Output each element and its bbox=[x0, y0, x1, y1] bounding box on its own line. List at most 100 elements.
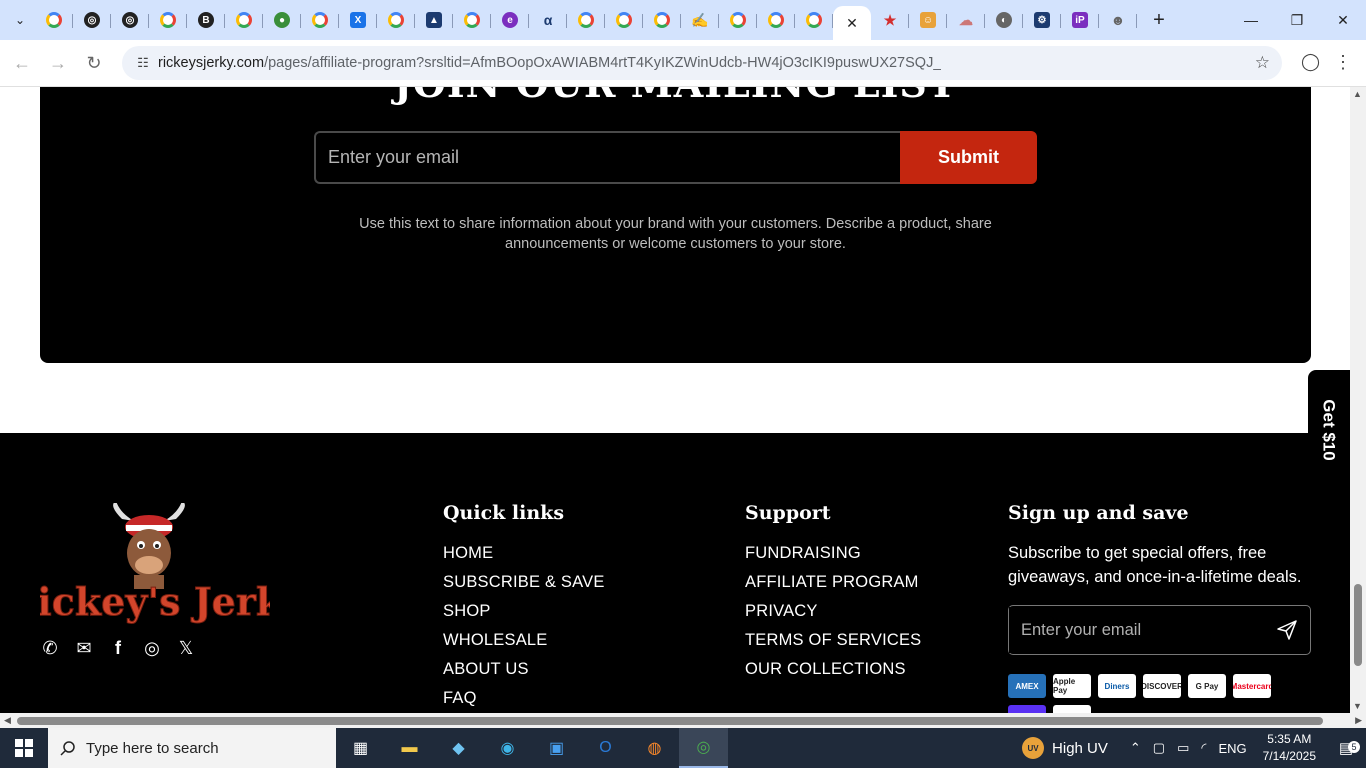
copilot-app-icon[interactable]: ◆ bbox=[434, 728, 483, 768]
vertical-scrollbar[interactable]: ▲ ▼ bbox=[1350, 87, 1366, 713]
copilot-icon: e bbox=[502, 12, 518, 28]
newsletter-email-input[interactable] bbox=[314, 131, 900, 184]
site-info-icon[interactable]: ☷ bbox=[130, 55, 156, 71]
close-icon[interactable]: ✕ bbox=[846, 15, 858, 32]
tab[interactable]: ◎ bbox=[111, 4, 149, 36]
tab[interactable] bbox=[757, 4, 795, 36]
send-icon[interactable] bbox=[1264, 607, 1310, 653]
newsletter-submit-button[interactable]: Submit bbox=[900, 131, 1037, 184]
instagram-icon[interactable]: ◎ bbox=[142, 638, 162, 658]
scroll-right-icon[interactable]: ▶ bbox=[1355, 715, 1362, 726]
tab[interactable] bbox=[605, 4, 643, 36]
phone-icon[interactable]: ✆ bbox=[40, 638, 60, 658]
scroll-left-icon[interactable]: ◀ bbox=[4, 715, 11, 726]
footer-link-subscribe-save[interactable]: SUBSCRIBE & SAVE bbox=[443, 568, 605, 597]
chevron-up-icon[interactable]: ⌃ bbox=[1130, 740, 1141, 756]
rickeys-jerky-logo[interactable]: Rickey's Jerky bbox=[5, 501, 306, 625]
restore-icon[interactable]: ❐ bbox=[1274, 0, 1320, 40]
tab[interactable]: ✍ bbox=[681, 4, 719, 36]
tab-search-menu[interactable]: ⌄ bbox=[5, 5, 35, 35]
tab[interactable]: B bbox=[187, 4, 225, 36]
tab[interactable]: X bbox=[339, 4, 377, 36]
horizontal-scrollbar[interactable]: ◀ ▶ bbox=[0, 713, 1366, 728]
tab[interactable] bbox=[643, 4, 681, 36]
tab[interactable] bbox=[225, 4, 263, 36]
x-icon[interactable]: 𝕏 bbox=[176, 638, 196, 658]
excel-icon: X bbox=[350, 12, 366, 28]
footer-link-wholesale[interactable]: WHOLESALE bbox=[443, 626, 605, 655]
file-explorer-icon[interactable]: ▬ bbox=[385, 728, 434, 768]
signup-title: Sign up and save bbox=[1008, 502, 1189, 524]
tab[interactable]: iP bbox=[1061, 4, 1099, 36]
tab[interactable]: ☁ bbox=[947, 4, 985, 36]
reload-icon[interactable]: ↻ bbox=[76, 45, 112, 81]
new-tab-button[interactable]: + bbox=[1145, 6, 1173, 34]
tab[interactable] bbox=[453, 4, 491, 36]
footer-link-faq[interactable]: FAQ bbox=[443, 684, 605, 713]
meet-now-icon[interactable]: ▢ bbox=[1153, 740, 1165, 756]
firefox-icon[interactable]: ◍ bbox=[630, 728, 679, 768]
footer-link-affiliate-program[interactable]: AFFILIATE PROGRAM bbox=[745, 568, 921, 597]
email-icon[interactable]: ✉ bbox=[74, 638, 94, 658]
outlook-icon[interactable]: O bbox=[581, 728, 630, 768]
tab[interactable]: e bbox=[491, 4, 529, 36]
tab[interactable]: α bbox=[529, 4, 567, 36]
address-bar[interactable]: ☷ rickeysjerky.com/pages/affiliate-progr… bbox=[122, 46, 1282, 80]
bookmark-star-icon[interactable]: ☆ bbox=[1255, 53, 1270, 73]
tab[interactable]: ● bbox=[263, 4, 301, 36]
clock[interactable]: 5:35 AM 7/14/2025 bbox=[1263, 731, 1316, 765]
edge-icon[interactable]: ◉ bbox=[483, 728, 532, 768]
alpha-icon: α bbox=[543, 12, 553, 28]
vertical-scroll-thumb[interactable] bbox=[1354, 584, 1362, 666]
footer-link-fundraising[interactable]: FUNDRAISING bbox=[745, 539, 921, 568]
minimize-icon[interactable]: — bbox=[1228, 0, 1274, 40]
url-text[interactable]: rickeysjerky.com/pages/affiliate-program… bbox=[158, 55, 941, 71]
active-tab[interactable]: ✕ bbox=[833, 6, 871, 40]
task-view-icon[interactable]: ▦ bbox=[336, 728, 385, 768]
back-icon[interactable]: ← bbox=[4, 45, 40, 81]
tab[interactable] bbox=[719, 4, 757, 36]
google-icon bbox=[654, 12, 670, 28]
scroll-up-icon[interactable]: ▲ bbox=[1353, 89, 1362, 99]
taskbar-search[interactable]: Type here to search bbox=[48, 728, 336, 768]
profile-icon[interactable]: ◯ bbox=[1301, 52, 1320, 72]
footer-link-privacy[interactable]: PRIVACY bbox=[745, 597, 921, 626]
close-window-icon[interactable]: ✕ bbox=[1320, 0, 1366, 40]
tab[interactable] bbox=[35, 4, 73, 36]
footer-link-about-us[interactable]: ABOUT US bbox=[443, 655, 605, 684]
tab[interactable] bbox=[149, 4, 187, 36]
tab[interactable] bbox=[795, 4, 833, 36]
scroll-down-icon[interactable]: ▼ bbox=[1353, 701, 1362, 711]
language-indicator[interactable]: ENG bbox=[1218, 741, 1246, 756]
tab[interactable]: ◎ bbox=[73, 4, 111, 36]
menu-icon[interactable]: ⋮ bbox=[1334, 52, 1352, 73]
footer-link-terms[interactable]: TERMS OF SERVICES bbox=[745, 626, 921, 655]
footer-link-home[interactable]: HOME bbox=[443, 539, 605, 568]
notification-center-icon[interactable]: ▤ 5 bbox=[1326, 739, 1366, 757]
shop-pay-icon: Shop Pay bbox=[1008, 705, 1046, 713]
weather-widget[interactable]: UV High UV bbox=[1022, 737, 1108, 759]
chrome-icon[interactable]: ◎ bbox=[679, 728, 728, 768]
tab[interactable]: ▲ bbox=[415, 4, 453, 36]
tab[interactable]: ☻ bbox=[1099, 4, 1137, 36]
horizontal-scroll-thumb[interactable] bbox=[17, 717, 1323, 725]
wifi-icon[interactable]: ◜ bbox=[1201, 740, 1206, 756]
get-10-popup-tab[interactable]: Get $10 bbox=[1308, 370, 1350, 490]
forward-icon[interactable]: → bbox=[40, 45, 76, 81]
footer-link-shop[interactable]: SHOP bbox=[443, 597, 605, 626]
openai-icon: ◎ bbox=[84, 12, 100, 28]
signup-email-input[interactable] bbox=[1009, 607, 1264, 653]
tab[interactable]: ◐ bbox=[985, 4, 1023, 36]
tab[interactable] bbox=[377, 4, 415, 36]
start-button[interactable] bbox=[0, 728, 48, 768]
tab[interactable]: ☺ bbox=[909, 4, 947, 36]
footer-link-collections[interactable]: OUR COLLECTIONS bbox=[745, 655, 921, 684]
store-icon[interactable]: ▣ bbox=[532, 728, 581, 768]
tab[interactable] bbox=[301, 4, 339, 36]
tab[interactable] bbox=[567, 4, 605, 36]
tab[interactable]: ★ bbox=[871, 4, 909, 36]
tab[interactable]: ⚙ bbox=[1023, 4, 1061, 36]
facebook-icon[interactable]: f bbox=[108, 638, 128, 658]
battery-icon[interactable]: ▭ bbox=[1177, 740, 1189, 756]
support-title: Support bbox=[745, 502, 831, 524]
